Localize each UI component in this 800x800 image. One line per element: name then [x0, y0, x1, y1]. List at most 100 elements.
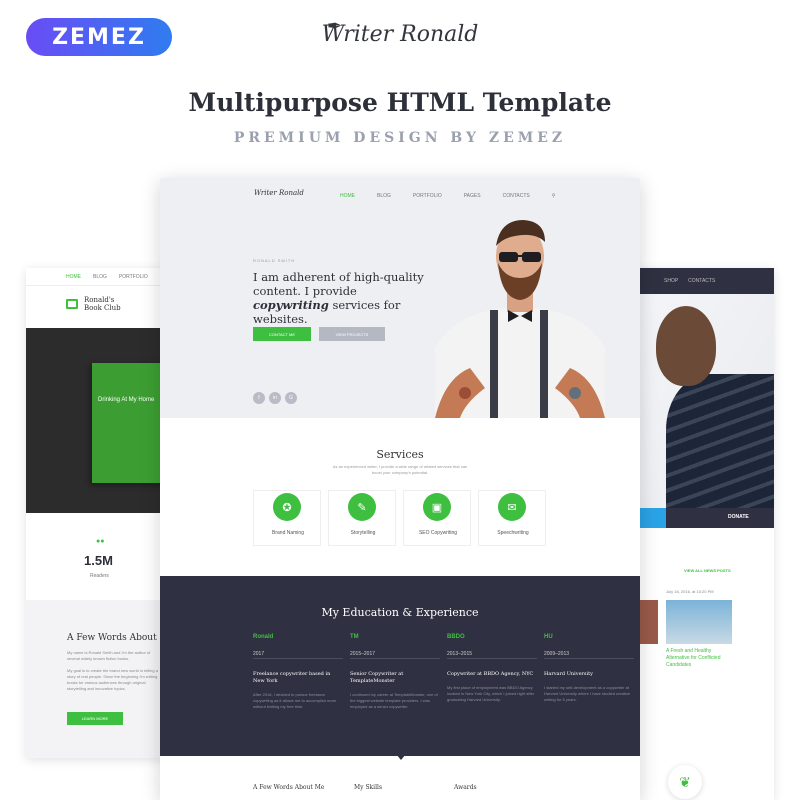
education-title: My Education & Experience [321, 606, 479, 619]
window-icon: ▣ [423, 493, 451, 521]
services-title: Services [376, 448, 424, 461]
book-icon [66, 299, 78, 309]
portrait-shape [656, 306, 716, 386]
menu-item-portfolio[interactable]: PORTFOLIO [413, 193, 442, 199]
google-icon[interactable]: G [285, 392, 297, 404]
menu-item-home[interactable]: HOME [340, 193, 355, 199]
timeline-item: Ronald 2017 Freelance copywriter based i… [253, 634, 343, 710]
brand-name: Writer Ronald [321, 22, 479, 47]
timeline-logo: Ronald [253, 634, 274, 640]
contact-me-button[interactable]: CONTACT ME [253, 327, 311, 341]
book-club-logo: Ronald's Book Club [84, 296, 121, 312]
service-label: Speechwriting [497, 530, 529, 536]
timeline-text: After 2016, I decided to pursue freelanc… [253, 692, 337, 709]
section-notch [396, 754, 406, 760]
timeline-divider [447, 658, 537, 659]
timeline-item: HU 2009–2013 Harvard University I starte… [544, 634, 634, 703]
nav-item-home[interactable]: HOME [66, 274, 81, 280]
page-subtitle: PREMIUM DESIGN BY ZEMEZ [233, 130, 567, 146]
readers-count: 1.5M [84, 553, 113, 568]
menu-item-pages[interactable]: PAGES [464, 193, 481, 199]
nav-item-contacts[interactable]: CONTACTS [688, 278, 715, 284]
timeline-logo: TM [350, 634, 359, 640]
post-date: July 16, 2016, at 10:20 PM [666, 589, 714, 594]
logo-line-1: Ronald's [84, 296, 115, 304]
view-projects-button[interactable]: VIEW PROJECTS [319, 327, 385, 341]
service-card-storytelling[interactable]: ✎ Storytelling [328, 490, 396, 546]
donate-accent [636, 508, 666, 528]
hero-headline: I am adherent of high-quality content. I… [253, 270, 428, 326]
timeline-year: 2015–2017 [350, 651, 376, 657]
menu-item-contacts[interactable]: CONTACTS [503, 193, 530, 199]
main-preview: Writer Ronald HOME BLOG PORTFOLIO PAGES … [160, 178, 640, 800]
timeline-logo: BBDO [447, 634, 465, 640]
timeline-text: My first place of employment was BBDO Ag… [447, 685, 535, 702]
readers-label: Readers [90, 573, 109, 579]
timeline-year: 2013–2015 [447, 651, 473, 657]
search-icon[interactable]: ⚲ [552, 193, 556, 199]
book-cover [92, 363, 166, 483]
timeline-text: I started my self-development as a copyw… [544, 685, 631, 702]
timeline-logo: HU [544, 634, 553, 640]
page-title: Multipurpose HTML Template [188, 88, 612, 117]
timeline-item: TM 2015–2017 Senior Copywriter at Templa… [350, 634, 440, 710]
timeline-text: I continued my career at TemplateMonster… [350, 692, 438, 709]
timeline-divider [544, 658, 634, 659]
timeline-divider [253, 658, 343, 659]
about-title: A Few Words About [67, 633, 157, 643]
page: ZEMEZ ✒ Writer Ronald Multipurpose HTML … [0, 0, 800, 800]
timeline-heading: Harvard University [544, 671, 593, 677]
facebook-icon[interactable]: f [253, 392, 265, 404]
timeline-heading: Senior Copywriter at TemplateMonster [350, 671, 404, 684]
author-label: RONALD SMITH [253, 258, 296, 263]
speech-bubble-icon: ✉ [498, 493, 526, 521]
bottom-heading-about: A Few Words About Me [253, 784, 325, 791]
service-card-brand-naming[interactable]: ✪ Brand Naming [253, 490, 321, 546]
service-card-speechwriting[interactable]: ✉ Speechwriting [478, 490, 546, 546]
timeline-divider [350, 658, 440, 659]
service-label: Storytelling [350, 530, 376, 536]
about-para-1: My name is Ronald Smith and I'm the auth… [67, 650, 151, 661]
services-subtitle: As an experienced writer, I provide a wi… [332, 464, 468, 475]
right-preview: SHOP CONTACTS DONATE VIEW ALL NEWS POSTS… [636, 268, 774, 800]
bottom-heading-skills: My Skills [354, 784, 383, 791]
soldier-photo [636, 294, 774, 508]
hero-text-part: I am adherent of high-quality content. I… [253, 270, 424, 298]
main-logo[interactable]: Writer Ronald [254, 189, 304, 197]
post-title[interactable]: A Fresh and Healthy Alternative for Conf… [666, 648, 736, 669]
award-icon: ✪ [273, 493, 301, 521]
nav-item-blog[interactable]: BLOG [93, 274, 107, 280]
left-preview: HOME BLOG PORTFOLIO Ronald's Book Club D… [26, 268, 166, 758]
about-text: My name is Ronald Smith and I'm the auth… [67, 650, 162, 692]
post-thumbnail[interactable] [666, 600, 732, 644]
service-label: SEO Copywriting [418, 530, 458, 536]
learn-more-button[interactable]: LEARN MORE [67, 712, 123, 725]
zemez-badge[interactable]: ZEMEZ [26, 18, 172, 56]
donate-button[interactable]: DONATE [728, 514, 749, 520]
leaf-icon: ❦ [668, 765, 702, 799]
timeline-heading: Freelance copywriter based in New York [253, 671, 331, 684]
timeline-year: 2009–2013 [544, 651, 570, 657]
hero-text-emphasis: copywriting [253, 298, 329, 312]
logo-line-2: Book Club [84, 304, 121, 312]
main-menu: HOME BLOG PORTFOLIO PAGES CONTACTS ⚲ [340, 193, 555, 199]
menu-item-blog[interactable]: BLOG [377, 193, 391, 199]
timeline-item: BBDO 2013–2015 Copywriter at BBDO Agency… [447, 634, 537, 703]
timeline-heading: Copywriter at BBDO Agency, NYC [447, 671, 534, 677]
left-preview-nav: HOME BLOG PORTFOLIO [26, 268, 166, 286]
service-label: Brand Naming [272, 530, 304, 536]
right-preview-nav: SHOP CONTACTS [636, 268, 774, 294]
nav-item-shop[interactable]: SHOP [664, 278, 678, 284]
linkedin-icon[interactable]: in [269, 392, 281, 404]
service-card-seo-copywriting[interactable]: ▣ SEO Copywriting [403, 490, 471, 546]
view-all-news-link[interactable]: VIEW ALL NEWS POSTS [684, 568, 731, 573]
nav-item-portfolio[interactable]: PORTFOLIO [119, 274, 148, 280]
pencil-icon: ✎ [348, 493, 376, 521]
bottom-heading-awards: Awards [454, 784, 477, 791]
writer-photo [435, 220, 605, 418]
pen-nib-icon: ✒ [327, 16, 343, 37]
brand-logo: ✒ Writer Ronald [300, 16, 500, 47]
users-icon: ●● [96, 538, 105, 545]
timeline-year: 2017 [253, 651, 265, 657]
about-para-2: My goal is to create the brand new world… [67, 668, 158, 691]
